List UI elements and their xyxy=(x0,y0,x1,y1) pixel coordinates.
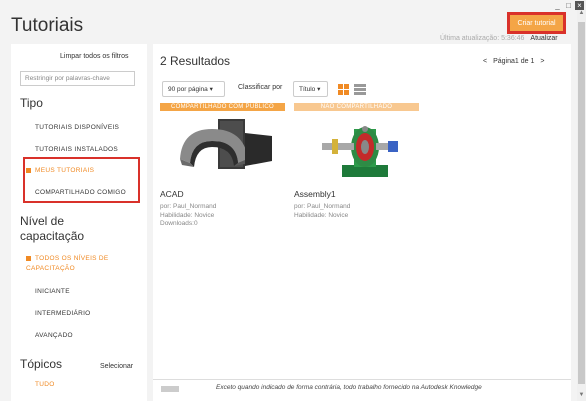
results-panel: 2 Resultados < Página1 de 1 > 90 por pág… xyxy=(153,44,571,401)
next-page-button[interactable]: > xyxy=(540,58,544,65)
list-view-icon[interactable] xyxy=(354,84,366,95)
filter-beginner[interactable]: INICIANTE xyxy=(35,288,70,295)
last-update-time: 5:36:46 xyxy=(501,35,525,42)
filter-all-skill-levels-cont[interactable]: CAPACITAÇÃO xyxy=(26,265,75,272)
assembly-image xyxy=(322,126,398,177)
page-title: Tutoriais xyxy=(11,15,84,36)
maximize-icon[interactable]: □ xyxy=(564,1,573,10)
selected-square-icon xyxy=(26,255,31,261)
sort-select[interactable]: Título ▾ xyxy=(293,81,328,97)
last-update: Última atualização: 5:36:46 Atualizar xyxy=(440,35,558,42)
prev-page-button[interactable]: < xyxy=(483,58,487,65)
skill-title-line2: capacitação xyxy=(20,229,85,243)
tutorial-meta: por: Paul_Normand Habilidade: Novice Dow… xyxy=(160,203,285,229)
filter-all-skill-levels[interactable]: TODOS OS NÍVEIS DE xyxy=(26,255,109,262)
license-text: Exceto quando indicado de forma contrári… xyxy=(216,384,482,391)
tutorial-card[interactable]: COMPARTILHADO COM PÚBLICO ACAD por: Paul… xyxy=(160,103,285,229)
topics-section-title: Tópicos xyxy=(20,357,63,371)
per-page-value: 90 por página xyxy=(168,86,208,93)
caret-down-icon: ▾ xyxy=(317,86,321,93)
filter-advanced[interactable]: AVANÇADO xyxy=(35,332,73,339)
skill-title-line1: Nível de xyxy=(20,214,65,228)
filter-available-tutorials[interactable]: TUTORIAIS DISPONÍVEIS xyxy=(35,124,119,131)
window-controls: _ □ × xyxy=(553,1,584,10)
tutorial-title[interactable]: Assembly1 xyxy=(294,189,419,199)
filter-all-skill-levels-label: TODOS OS NÍVEIS DE xyxy=(35,255,109,262)
refresh-link[interactable]: Atualizar xyxy=(530,35,557,42)
page-indicator: Página1 de 1 xyxy=(493,58,535,65)
tutorial-author: por: Paul_Normand xyxy=(160,203,217,210)
scroll-down-icon[interactable]: ▼ xyxy=(577,392,586,401)
per-page-select[interactable]: 90 por página ▾ xyxy=(162,81,225,97)
filter-sidebar: Limpar todos os filtros Restringir por p… xyxy=(11,44,147,401)
tutorial-thumbnail[interactable] xyxy=(294,111,419,184)
tutorial-thumbnail[interactable] xyxy=(160,111,285,184)
scroll-thumb[interactable] xyxy=(578,22,585,384)
keyword-search-input[interactable]: Restringir por palavras-chave xyxy=(20,71,135,86)
tutorial-downloads: Downloads:0 xyxy=(160,220,198,227)
results-count: 2 Resultados xyxy=(160,54,231,68)
tutorial-meta: por: Paul_Normand Habilidade: Novice xyxy=(294,203,419,220)
close-icon[interactable]: × xyxy=(575,1,584,10)
filter-topic-all[interactable]: TUDO xyxy=(35,381,55,388)
acad-part-image xyxy=(180,119,272,169)
filter-intermediate[interactable]: INTERMEDIÁRIO xyxy=(35,310,91,317)
caret-down-icon: ▾ xyxy=(209,86,213,93)
tutorial-skill: Habilidade: Novice xyxy=(160,211,215,219)
vertical-scrollbar[interactable]: ▲ ▼ xyxy=(577,10,586,401)
type-section-title: Tipo xyxy=(20,96,43,110)
share-status-banner: COMPARTILHADO COM PÚBLICO xyxy=(160,103,285,111)
highlight-box xyxy=(23,157,140,203)
sort-value: Título xyxy=(299,86,316,93)
share-status-banner: NÃO COMPARTILHADO xyxy=(294,103,419,111)
skill-section-title: Nível de capacitação xyxy=(20,214,84,244)
minimize-icon[interactable]: _ xyxy=(553,1,562,10)
last-update-label: Última atualização: xyxy=(440,35,500,42)
sort-label: Classificar por xyxy=(238,84,283,91)
pagination: < Página1 de 1 > xyxy=(483,58,544,65)
create-tutorial-button[interactable]: Criar tutorial xyxy=(507,12,566,34)
tutorial-title[interactable]: ACAD xyxy=(160,189,285,199)
select-topics-link[interactable]: Selecionar xyxy=(100,363,133,370)
tutorial-skill: Habilidade: Novice xyxy=(294,211,349,219)
clear-filters-link[interactable]: Limpar todos os filtros xyxy=(60,53,128,60)
creative-commons-icon xyxy=(161,386,179,392)
filter-installed-tutorials[interactable]: TUTORIAIS INSTALADOS xyxy=(35,146,118,153)
scroll-up-icon[interactable]: ▲ xyxy=(577,10,586,19)
tutorial-author: por: Paul_Normand xyxy=(294,203,351,210)
grid-view-icon[interactable] xyxy=(338,84,349,95)
tutorial-card[interactable]: NÃO COMPARTILHADO Assembly1 por: Paul_No… xyxy=(294,103,419,220)
footer-divider xyxy=(153,379,571,380)
